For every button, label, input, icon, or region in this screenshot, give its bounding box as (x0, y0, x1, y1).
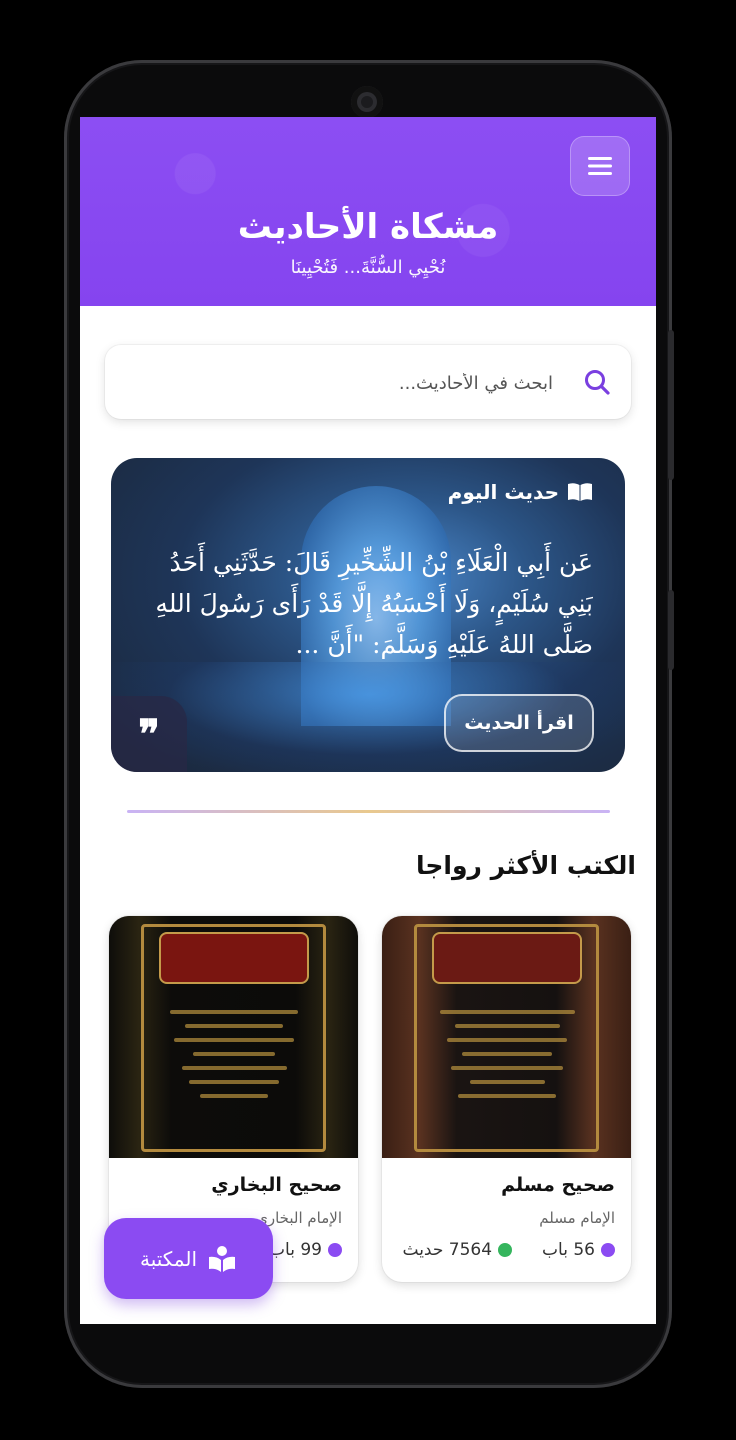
cover-title-plate (432, 932, 582, 984)
chapters-dot-icon (601, 1243, 615, 1257)
chapters-count: 99 باب (269, 1240, 322, 1260)
chapters-stat: 56 باب (542, 1240, 615, 1260)
library-button[interactable]: المكتبة (104, 1218, 273, 1299)
hadith-of-day-title: حديث اليوم (447, 480, 559, 504)
front-camera (351, 86, 383, 118)
cover-title-plate (159, 932, 309, 984)
cover-ornament (159, 1000, 309, 1098)
popular-books-title: الكتب الأكثر رواجا (416, 851, 636, 880)
chapters-dot-icon (328, 1243, 342, 1257)
read-hadith-button[interactable]: اقرأ الحديث (444, 694, 594, 752)
book-author: الإمام البخاري (256, 1209, 342, 1227)
chapters-count: 56 باب (542, 1240, 595, 1260)
book-author: الإمام مسلم (539, 1209, 615, 1227)
hamburger-icon (588, 157, 612, 175)
book-reader-icon (209, 1245, 236, 1272)
hadith-of-day-card[interactable]: حديث اليوم عَن أَبِي الْعَلَاءِ بْنُ الش… (111, 458, 625, 772)
hadiths-stat: 7564 حديث (403, 1240, 513, 1260)
hadiths-count: 7564 حديث (402, 1240, 493, 1260)
app-subtitle: نُحْيِي السُّنَّةَ... فَتُحْيِينَا (290, 257, 446, 278)
search-box[interactable] (105, 345, 631, 421)
hadith-of-day-label: حديث اليوم (448, 480, 593, 504)
book-title: صحيح مسلم (501, 1174, 615, 1196)
search-input[interactable] (171, 345, 555, 421)
menu-button[interactable] (570, 136, 630, 196)
volume-button (668, 330, 674, 480)
library-label: المكتبة (139, 1246, 198, 1271)
search-icon[interactable] (583, 368, 611, 396)
app-title: مشكاة الأحاديث (237, 207, 499, 247)
cover-ornament (432, 1000, 582, 1098)
app-header: مشكاة الأحاديث نُحْيِي السُّنَّةَ... فَت… (80, 117, 656, 306)
book-card-muslim[interactable]: صحيح مسلم الإمام مسلم 56 باب 7564 حديث (382, 916, 631, 1282)
power-button (668, 590, 674, 670)
book-cover-image (109, 916, 358, 1158)
book-stats: 56 باب 7564 حديث (403, 1240, 615, 1260)
quote-icon: ❞ (111, 696, 187, 772)
open-book-icon (568, 483, 592, 501)
app-screen: مشكاة الأحاديث نُحْيِي السُّنَّةَ... فَت… (80, 117, 656, 1324)
section-divider (127, 810, 610, 813)
book-stats: 99 باب (269, 1240, 342, 1260)
hadith-text: عَن أَبِي الْعَلَاءِ بْنُ الشِّخِّيرِ قَ… (155, 548, 593, 659)
hadiths-dot-icon (498, 1243, 513, 1257)
book-cover-image (382, 916, 631, 1158)
chapters-stat: 99 باب (269, 1240, 342, 1260)
book-title: صحيح البخاري (211, 1174, 342, 1196)
